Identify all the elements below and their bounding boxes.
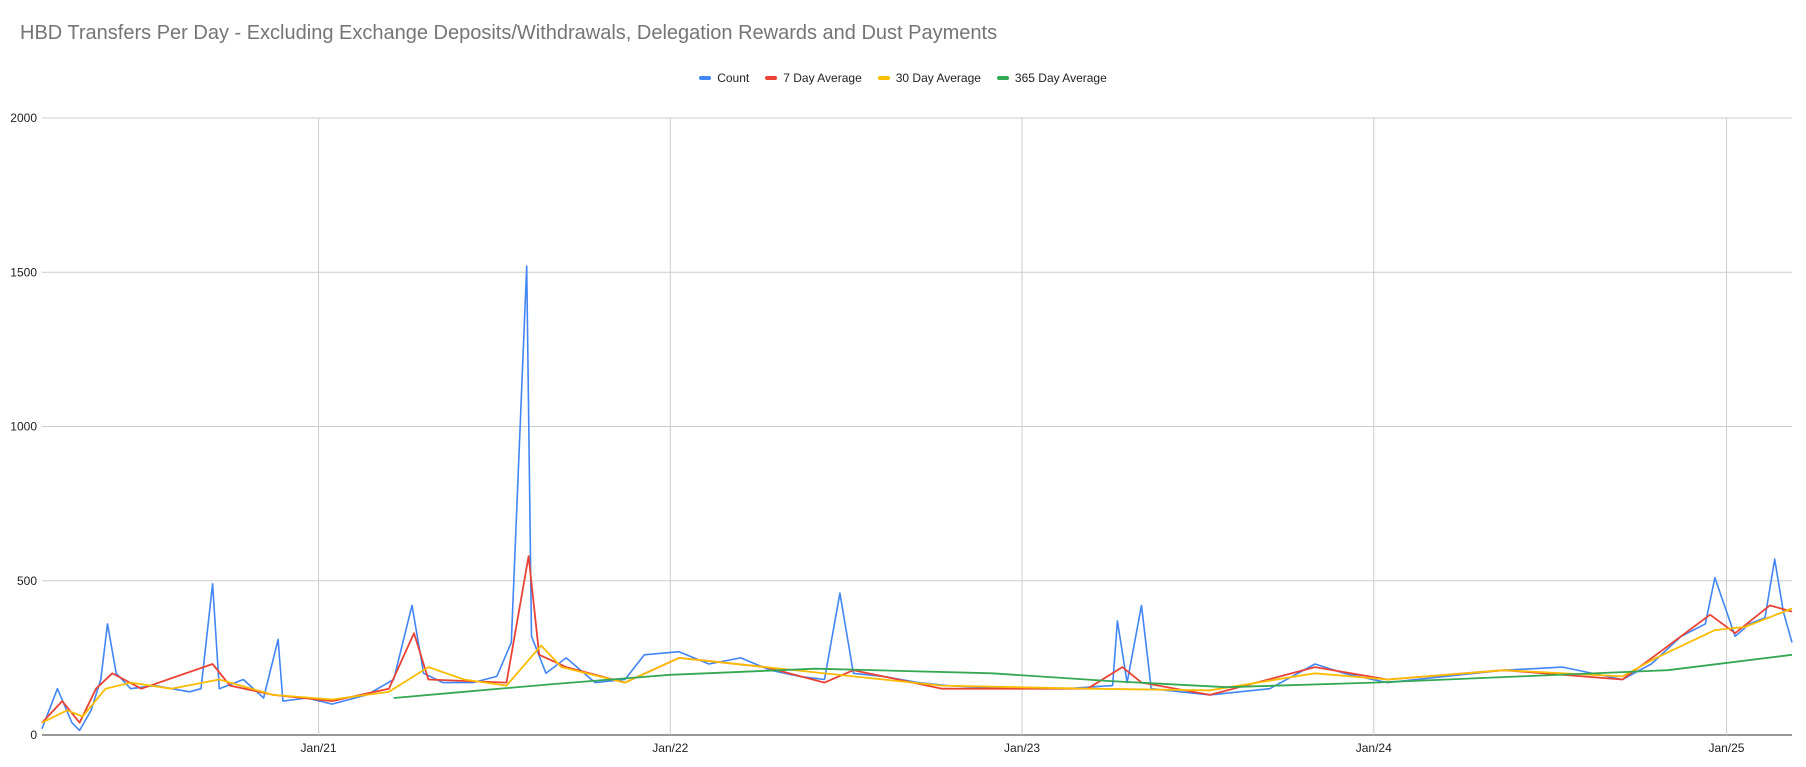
chart-grid — [42, 117, 1792, 736]
x-tick-label: Jan/21 — [301, 741, 337, 755]
y-tick-label: 2000 — [10, 111, 37, 125]
chart-series-layer — [41, 265, 1793, 732]
x-tick-label: Jan/22 — [652, 741, 688, 755]
y-tick-label: 1000 — [10, 420, 37, 434]
x-tick-label: Jan/24 — [1356, 741, 1392, 755]
chart-axis-layer: 0 500 1000 1500 2000 Jan/21 Jan/22 Jan/23 Jan/24… — [10, 111, 1745, 755]
series-line-30-day-average — [41, 607, 1793, 724]
y-tick-label: 1500 — [10, 265, 37, 279]
x-tick-label: Jan/23 — [1004, 741, 1040, 755]
y-tick-label: 500 — [17, 574, 37, 588]
y-tick-label: 0 — [30, 728, 37, 742]
x-tick-label: Jan/25 — [1708, 741, 1744, 755]
chart-plot-area: 0 500 1000 1500 2000 Jan/21 Jan/22 Jan/23 Jan/24… — [10, 111, 1793, 755]
series-line-count — [41, 265, 1793, 732]
